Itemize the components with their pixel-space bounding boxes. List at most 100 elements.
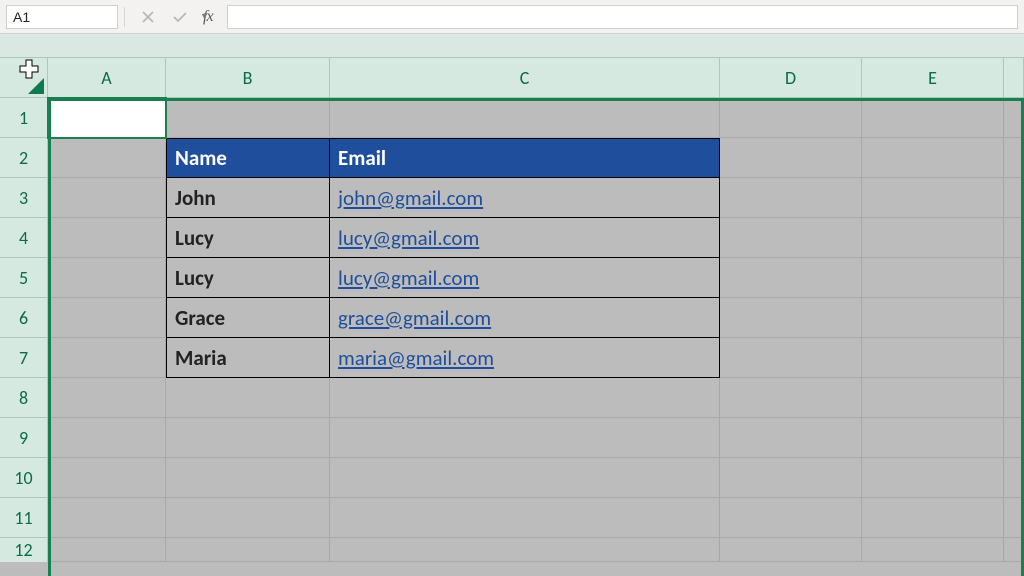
cell-B10[interactable] [166, 458, 330, 498]
cell-A3[interactable] [48, 178, 166, 218]
cell-C12[interactable] [330, 538, 720, 562]
row-header-8[interactable]: 8 [0, 378, 48, 418]
cell-B8[interactable] [166, 378, 330, 418]
email-link[interactable]: grace@gmail.com [338, 305, 491, 331]
cell-E11[interactable] [862, 498, 1004, 538]
name-box-input[interactable] [7, 9, 200, 25]
cell-F6[interactable] [1004, 298, 1024, 338]
cell-A10[interactable] [48, 458, 166, 498]
cell-B5[interactable]: Lucy [166, 258, 330, 298]
cell-D9[interactable] [720, 418, 862, 458]
cell-B6[interactable]: Grace [166, 298, 330, 338]
cell-E12[interactable] [862, 538, 1004, 562]
cell-C2[interactable]: Email [330, 138, 720, 178]
cell-F5[interactable] [1004, 258, 1024, 298]
cell-A12[interactable] [48, 538, 166, 562]
cell-B9[interactable] [166, 418, 330, 458]
cell-A1[interactable] [48, 98, 166, 138]
cell-F12[interactable] [1004, 538, 1024, 562]
cell-D4[interactable] [720, 218, 862, 258]
row-header-2[interactable]: 2 [0, 138, 48, 178]
cell-B1[interactable] [166, 98, 330, 138]
cell-F11[interactable] [1004, 498, 1024, 538]
cell-E1[interactable] [862, 98, 1004, 138]
cell-F10[interactable] [1004, 458, 1024, 498]
cell-D12[interactable] [720, 538, 862, 562]
row-header-3[interactable]: 3 [0, 178, 48, 218]
name-box-dropdown-icon[interactable]: ▼ [200, 6, 209, 28]
cell-C8[interactable] [330, 378, 720, 418]
row-header-9[interactable]: 9 [0, 418, 48, 458]
cell-A7[interactable] [48, 338, 166, 378]
cell-C4[interactable]: lucy@gmail.com [330, 218, 720, 258]
cell-E3[interactable] [862, 178, 1004, 218]
cell-C9[interactable] [330, 418, 720, 458]
cell-E5[interactable] [862, 258, 1004, 298]
email-link[interactable]: lucy@gmail.com [338, 225, 479, 251]
cell-B11[interactable] [166, 498, 330, 538]
cell-F4[interactable] [1004, 218, 1024, 258]
cell-C5[interactable]: lucy@gmail.com [330, 258, 720, 298]
cell-E4[interactable] [862, 218, 1004, 258]
cell-D8[interactable] [720, 378, 862, 418]
cell-D5[interactable] [720, 258, 862, 298]
cell-E9[interactable] [862, 418, 1004, 458]
cell-A6[interactable] [48, 298, 166, 338]
cell-D7[interactable] [720, 338, 862, 378]
row-header-4[interactable]: 4 [0, 218, 48, 258]
col-header-C[interactable]: C [330, 58, 720, 98]
col-header-A[interactable]: A [48, 58, 166, 98]
cell-A2[interactable] [48, 138, 166, 178]
cell-A5[interactable] [48, 258, 166, 298]
select-all-corner[interactable] [0, 58, 48, 98]
formula-input[interactable] [227, 5, 1018, 29]
cell-E10[interactable] [862, 458, 1004, 498]
row-header-12[interactable]: 12 [0, 538, 48, 562]
cell-B7[interactable]: Maria [166, 338, 330, 378]
cell-B3[interactable]: John [166, 178, 330, 218]
cell-C7[interactable]: maria@gmail.com [330, 338, 720, 378]
row-header-1[interactable]: 1 [0, 98, 48, 138]
cell-D6[interactable] [720, 298, 862, 338]
cell-F9[interactable] [1004, 418, 1024, 458]
cell-A8[interactable] [48, 378, 166, 418]
cell-D1[interactable] [720, 98, 862, 138]
cell-C11[interactable] [330, 498, 720, 538]
cell-D2[interactable] [720, 138, 862, 178]
cell-E7[interactable] [862, 338, 1004, 378]
cell-A9[interactable] [48, 418, 166, 458]
cell-A4[interactable] [48, 218, 166, 258]
email-link[interactable]: lucy@gmail.com [338, 265, 479, 291]
cell-C1[interactable] [330, 98, 720, 138]
cell-D11[interactable] [720, 498, 862, 538]
cell-B4[interactable]: Lucy [166, 218, 330, 258]
row-header-6[interactable]: 6 [0, 298, 48, 338]
col-header-E[interactable]: E [862, 58, 1004, 98]
col-header-D[interactable]: D [720, 58, 862, 98]
row-header-11[interactable]: 11 [0, 498, 48, 538]
row-header-7[interactable]: 7 [0, 338, 48, 378]
cell-E6[interactable] [862, 298, 1004, 338]
cell-C3[interactable]: john@gmail.com [330, 178, 720, 218]
cell-F8[interactable] [1004, 378, 1024, 418]
cell-F7[interactable] [1004, 338, 1024, 378]
cell-E8[interactable] [862, 378, 1004, 418]
cell-E2[interactable] [862, 138, 1004, 178]
email-link[interactable]: john@gmail.com [338, 185, 483, 211]
cell-B2[interactable]: Name [166, 138, 330, 178]
cell-C6[interactable]: grace@gmail.com [330, 298, 720, 338]
name-box[interactable]: ▼ [6, 5, 118, 29]
cell-A11[interactable] [48, 498, 166, 538]
cell-C10[interactable] [330, 458, 720, 498]
email-link[interactable]: maria@gmail.com [338, 345, 494, 371]
cell-D3[interactable] [720, 178, 862, 218]
col-header-B[interactable]: B [166, 58, 330, 98]
cell-F1[interactable] [1004, 98, 1024, 138]
col-header-overflow[interactable] [1004, 58, 1024, 98]
row-header-5[interactable]: 5 [0, 258, 48, 298]
cell-D10[interactable] [720, 458, 862, 498]
cell-F3[interactable] [1004, 178, 1024, 218]
cell-F2[interactable] [1004, 138, 1024, 178]
cell-B12[interactable] [166, 538, 330, 562]
row-header-10[interactable]: 10 [0, 458, 48, 498]
